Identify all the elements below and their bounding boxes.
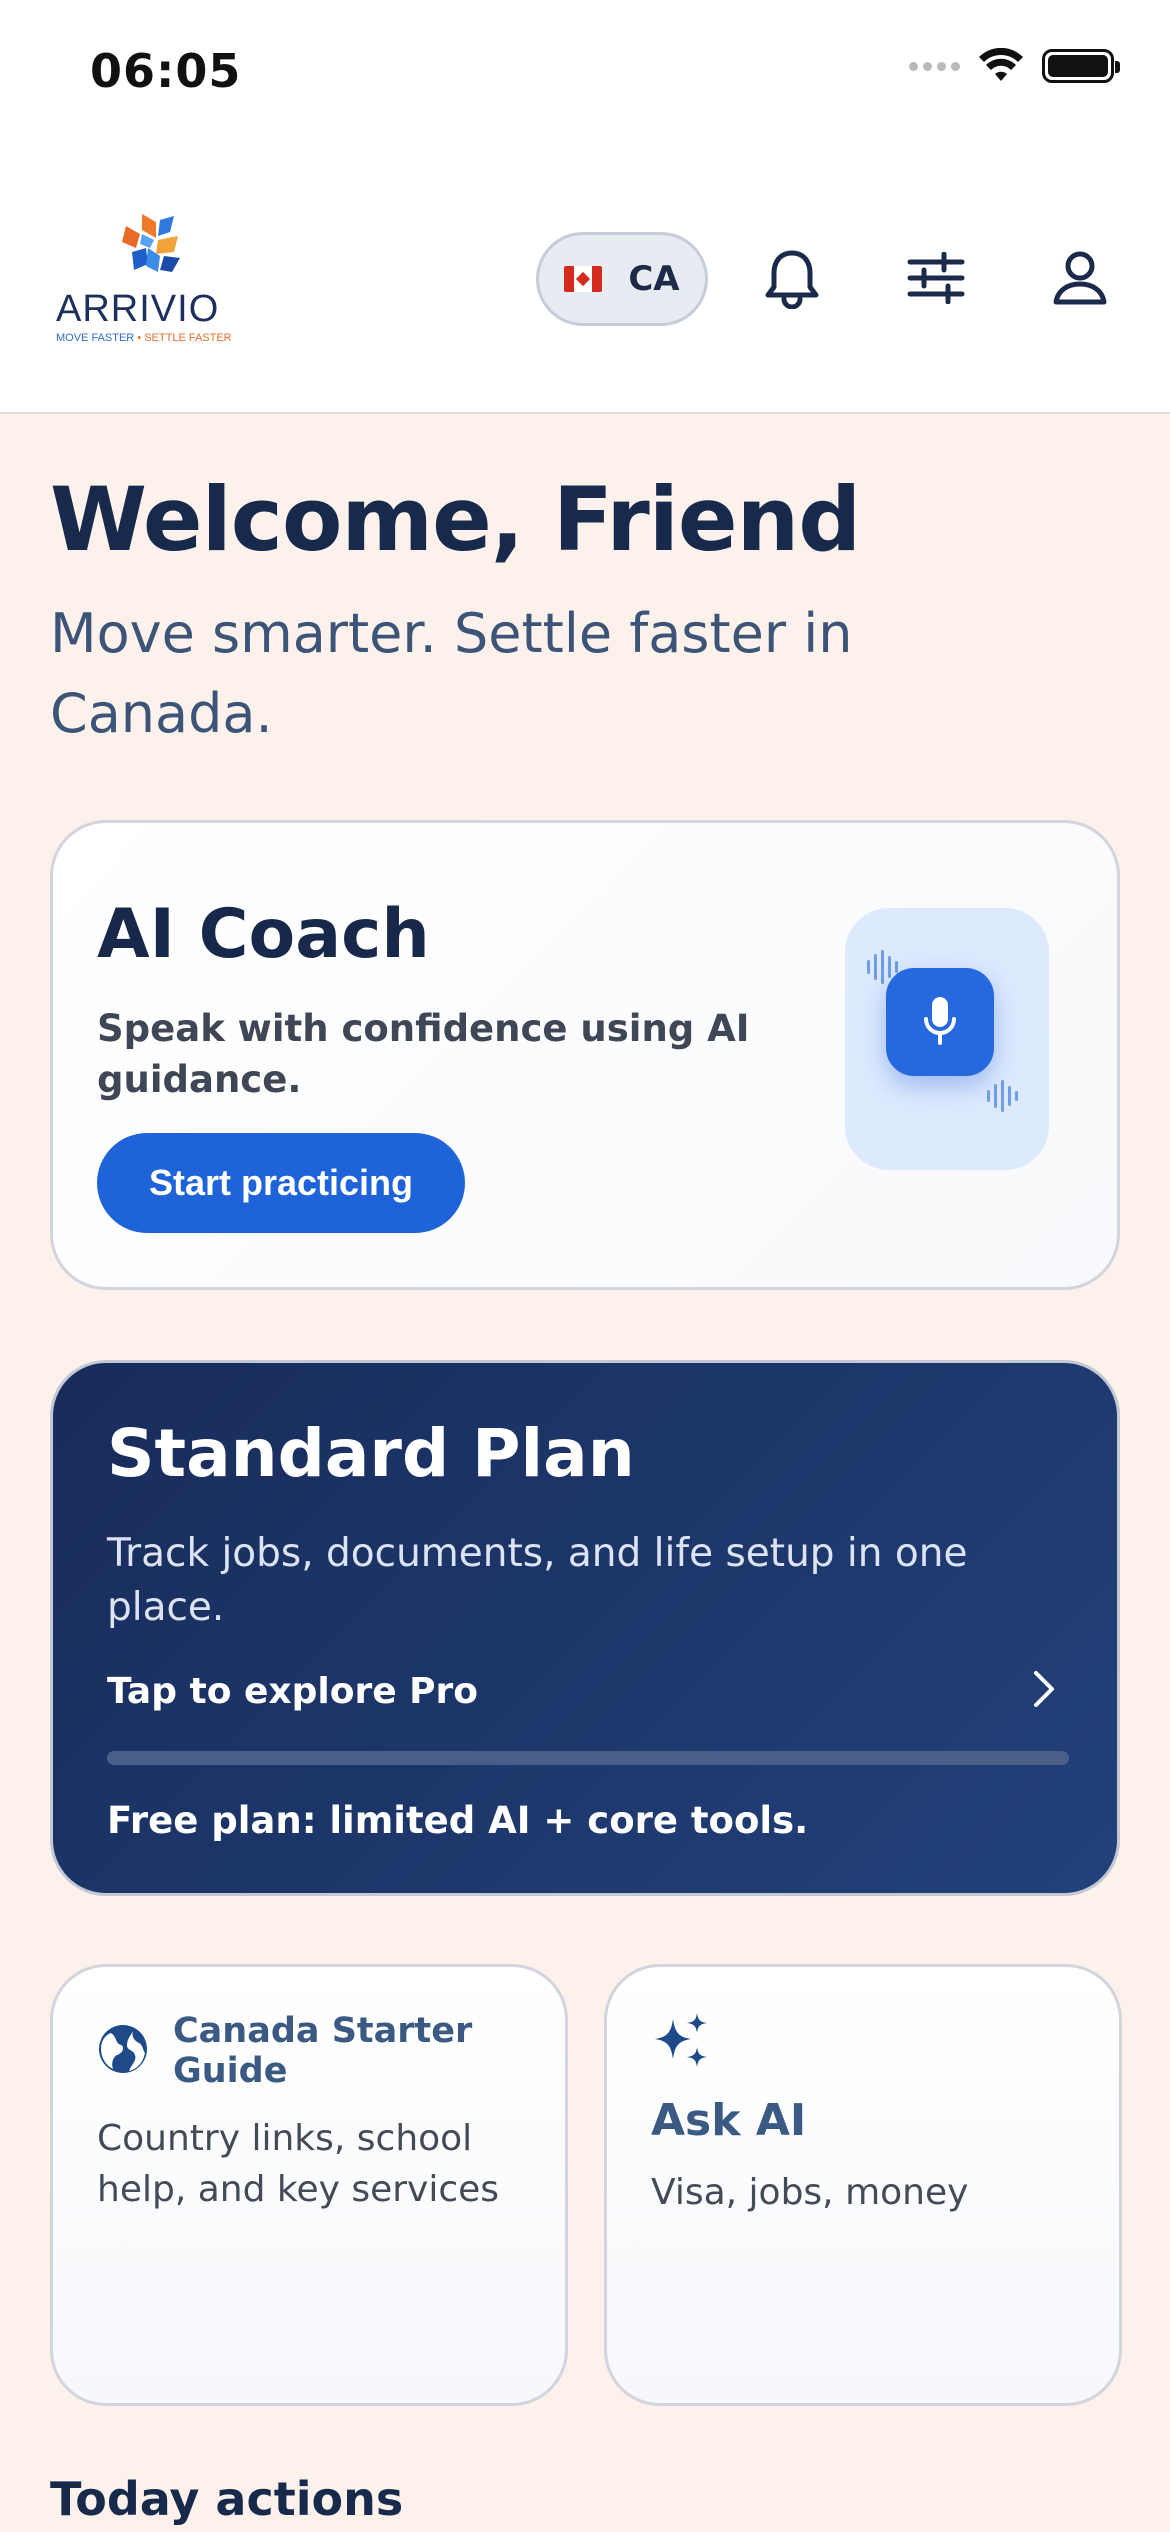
- status-icons: [909, 48, 1120, 84]
- app-logo[interactable]: ARRIVIO MOVE FASTER • SETTLE FASTER: [54, 212, 234, 346]
- plan-progress-bar: [107, 1751, 1069, 1765]
- notifications-button[interactable]: [754, 240, 830, 316]
- canada-flag-icon: [564, 266, 603, 292]
- logo-tagline: MOVE FASTER • SETTLE FASTER: [56, 332, 232, 344]
- explore-pro-link[interactable]: Tap to explore Pro: [107, 1671, 478, 1712]
- logo-mark-icon: [122, 214, 180, 272]
- starter-guide-description: Country links, school help, and key serv…: [97, 2118, 500, 2210]
- start-practicing-button[interactable]: Start practicing: [97, 1133, 465, 1233]
- ask-ai-card[interactable]: Ask AI Visa, jobs, money: [604, 1964, 1122, 2406]
- filters-button[interactable]: [898, 240, 974, 316]
- ai-coach-title: AI Coach: [97, 895, 430, 974]
- logo-wordmark: ARRIVIO: [56, 288, 220, 330]
- user-icon: [1053, 251, 1107, 305]
- ask-ai-description: Visa, jobs, money: [651, 2172, 969, 2213]
- sparkles-icon: [655, 2013, 707, 2067]
- country-code: CA: [628, 259, 680, 299]
- plan-title: Standard Plan: [107, 1415, 635, 1492]
- plan-note: Free plan: limited AI + core tools.: [107, 1799, 809, 1842]
- ai-coach-description: Speak with confidence using AI guidance.: [97, 1007, 750, 1101]
- mic-tile[interactable]: [845, 908, 1049, 1170]
- ai-coach-card[interactable]: AI Coach Speak with confidence using AI …: [50, 820, 1120, 1290]
- status-time: 06:05: [90, 44, 242, 98]
- country-selector[interactable]: CA: [536, 232, 708, 326]
- wifi-icon: [979, 48, 1023, 81]
- battery-icon: [1042, 49, 1120, 83]
- signal-icon: [909, 61, 960, 71]
- welcome-title: Welcome, Friend: [50, 468, 861, 571]
- sliders-icon: [907, 252, 965, 304]
- profile-button[interactable]: [1042, 240, 1118, 316]
- ask-ai-title: Ask AI: [651, 2095, 807, 2146]
- sound-wave-icon: [987, 1080, 1018, 1112]
- plan-card[interactable]: Standard Plan Track jobs, documents, and…: [50, 1360, 1120, 1896]
- globe-icon: [99, 2025, 147, 2073]
- microphone-button[interactable]: [886, 968, 994, 1076]
- canada-starter-guide-card[interactable]: Canada Starter Guide Country links, scho…: [50, 1964, 568, 2406]
- bell-icon: [765, 250, 819, 309]
- welcome-subtitle: Move smarter. Settle faster in Canada.: [50, 602, 853, 745]
- microphone-icon: [924, 997, 956, 1045]
- chevron-right-icon[interactable]: [1021, 1663, 1067, 1715]
- top-header: 06:05 ARRIVIO MOVE FASTER • SETTLE FASTE…: [0, 0, 1170, 414]
- plan-description: Track jobs, documents, and life setup in…: [107, 1531, 968, 1630]
- today-actions-heading: Today actions: [50, 2472, 404, 2526]
- starter-guide-title: Canada Starter Guide: [173, 2011, 473, 2091]
